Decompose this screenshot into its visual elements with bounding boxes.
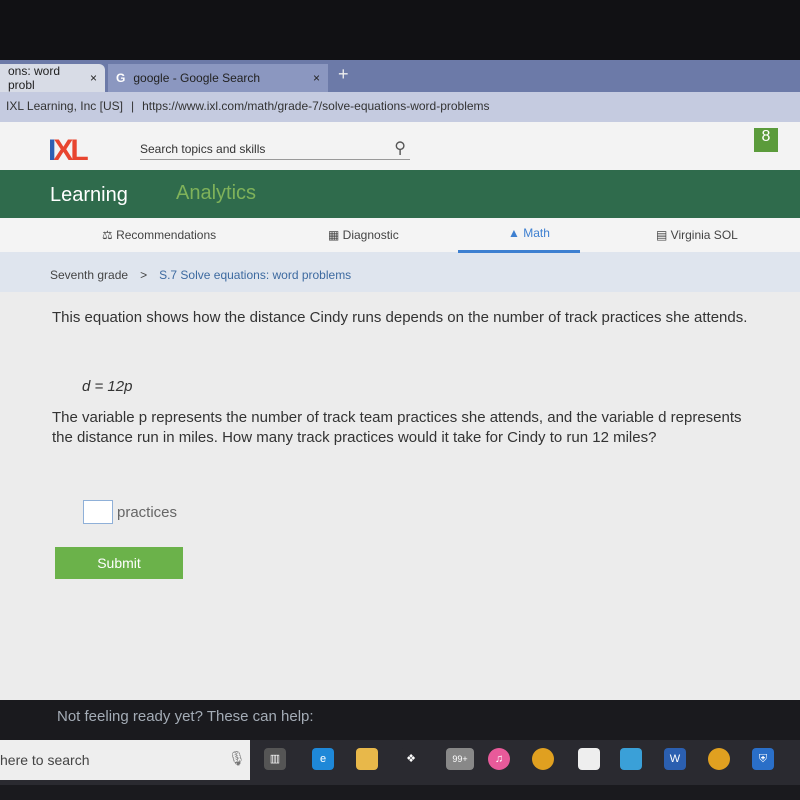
tab-virginia-sol[interactable]: ▤ Virginia SOL bbox=[656, 228, 738, 242]
url-text[interactable]: https://www.ixl.com/math/grade-7/solve-e… bbox=[142, 99, 489, 115]
tab-strip: ons: word probl × Ggoogle - Google Search… bbox=[0, 60, 800, 92]
screen-bezel bbox=[0, 0, 800, 60]
submit-button[interactable]: Submit bbox=[55, 547, 183, 579]
search-icon[interactable]: ⚲ bbox=[394, 138, 406, 158]
tab-ixl[interactable]: ons: word probl × bbox=[0, 64, 105, 92]
subject-nav: ⚖ Recommendations ▦ Diagnostic ▲ Math ▤ … bbox=[0, 218, 800, 253]
taskbar: here to search 🎙 ▥ e ❖ 99+ ♫ W ⛨ bbox=[0, 740, 800, 785]
tab-label: Virginia SOL bbox=[670, 228, 738, 242]
vpn-shield-icon[interactable]: ⛨ bbox=[752, 748, 774, 770]
nav-analytics[interactable]: Analytics bbox=[176, 182, 256, 205]
site-header: IXL Search topics and skills ⚲ 8 bbox=[0, 122, 800, 170]
itunes-icon[interactable]: ♫ bbox=[488, 748, 510, 770]
edge-icon[interactable]: e bbox=[312, 748, 334, 770]
answer-input[interactable] bbox=[83, 500, 113, 524]
chrome-icon[interactable] bbox=[532, 748, 554, 770]
user-avatar[interactable]: 8 bbox=[754, 128, 778, 152]
close-icon[interactable]: × bbox=[313, 71, 320, 85]
word-icon[interactable]: W bbox=[664, 748, 686, 770]
mail-icon[interactable]: 99+ bbox=[446, 748, 474, 770]
taskbar-search-placeholder: here to search bbox=[0, 752, 90, 768]
tab-label: ons: word probl bbox=[8, 64, 61, 92]
taskbar-search[interactable]: here to search 🎙 bbox=[0, 740, 250, 780]
question-intro: This equation shows how the distance Cin… bbox=[52, 309, 748, 326]
chevron-right-icon: > bbox=[140, 268, 148, 282]
search-input[interactable]: Search topics and skills ⚲ bbox=[140, 136, 410, 160]
chrome-icon[interactable] bbox=[708, 748, 730, 770]
ixl-logo[interactable]: IXL bbox=[48, 134, 89, 168]
ixl-page: IXL Search topics and skills ⚲ 8 Learning… bbox=[0, 122, 800, 725]
tab-label: Math bbox=[523, 226, 550, 240]
file-explorer-icon[interactable] bbox=[356, 748, 378, 770]
dropbox-icon[interactable]: ❖ bbox=[400, 748, 422, 770]
answer-unit: practices bbox=[117, 503, 178, 521]
google-g-icon: G bbox=[116, 71, 126, 85]
breadcrumb: Seventh grade > S.7 Solve equations: wor… bbox=[0, 252, 800, 292]
tab-label: Recommendations bbox=[116, 228, 217, 242]
search-placeholder: Search topics and skills bbox=[140, 142, 266, 156]
photos-icon[interactable] bbox=[578, 748, 600, 770]
question-body: The variable p represents the number of … bbox=[52, 409, 742, 446]
task-view-icon[interactable]: ▥ bbox=[264, 748, 286, 770]
close-icon[interactable]: × bbox=[90, 71, 97, 85]
icloud-icon[interactable] bbox=[620, 748, 642, 770]
tab-diagnostic[interactable]: ▦ Diagnostic bbox=[328, 228, 399, 242]
address-bar[interactable]: IXL Learning, Inc [US] | https://www.ixl.c… bbox=[0, 92, 800, 122]
divider: | bbox=[130, 99, 135, 113]
nav-learning[interactable]: Learning bbox=[50, 184, 128, 207]
site-identity[interactable]: IXL Learning, Inc [US] bbox=[6, 99, 123, 115]
breadcrumb-skill: S.7 Solve equations: word problems bbox=[159, 268, 352, 282]
tab-recommendations[interactable]: ⚖ Recommendations bbox=[102, 228, 216, 242]
microphone-icon[interactable]: 🎙 bbox=[228, 750, 246, 767]
tab-math[interactable]: ▲ Math bbox=[458, 226, 580, 253]
tab-label: google - Google Search bbox=[133, 71, 261, 85]
tab-google[interactable]: Ggoogle - Google Search × bbox=[108, 64, 328, 92]
new-tab-button[interactable]: + bbox=[338, 64, 349, 85]
breadcrumb-grade[interactable]: Seventh grade bbox=[50, 268, 128, 282]
main-nav: Learning Analytics bbox=[0, 170, 800, 218]
equation: d = 12p bbox=[82, 378, 133, 395]
answer-row: practices bbox=[83, 500, 177, 524]
tab-label: Diagnostic bbox=[342, 228, 399, 242]
help-text: Not feeling ready yet? These can help: bbox=[57, 708, 314, 725]
